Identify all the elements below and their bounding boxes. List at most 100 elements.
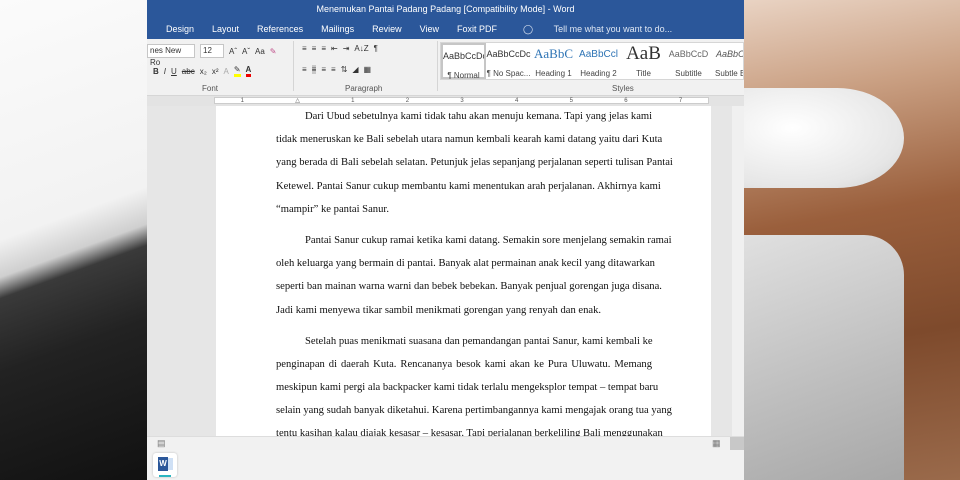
indent-marker-icon[interactable]: △ [295, 97, 300, 104]
style-no-spacing[interactable]: AaBbCcDc ¶ No Spac... [486, 43, 531, 79]
tab-layout[interactable]: Layout [203, 24, 248, 34]
tab-view[interactable]: View [411, 24, 448, 34]
shading-icon[interactable]: ◢ [352, 65, 358, 74]
title-bar: Menemukan Pantai Padang Padang [Compatib… [147, 0, 744, 19]
underline-button[interactable]: U [171, 67, 177, 76]
ruler-tick: 7 [678, 97, 683, 104]
styles-group-label: Styles [612, 84, 634, 93]
style-subtle-emphasis[interactable]: AaBbCcl Subtle Em [711, 43, 744, 79]
background-laptop-keyboard [0, 0, 147, 480]
superscript-button[interactable]: x² [212, 67, 219, 76]
style-subtitle[interactable]: AaBbCcD Subtitle [666, 43, 711, 79]
sort-button[interactable]: A↓Z [354, 44, 368, 53]
text-line: “mampir” ke pantai Sanur. [276, 203, 389, 215]
grow-font-button[interactable]: Aˆ [229, 47, 237, 56]
paragraph-group-label: Paragraph [345, 84, 383, 93]
style-name: ¶ Normal [447, 71, 480, 80]
increase-indent-icon[interactable]: ⇥ [343, 44, 350, 53]
document-area: Dari Ubud sebetulnya kami tidak tahu aka… [147, 106, 744, 436]
change-case-button[interactable]: Aa [255, 47, 265, 56]
status-bar: ▤ ▦ [147, 436, 744, 450]
styles-gallery: AaBbCcDc ¶ Normal AaBbCcDc ¶ No Spac... Aa… [440, 42, 744, 80]
ribbon-tabs: Design Layout References Mailings Review… [147, 19, 744, 39]
ruler[interactable]: 1 △ 1 2 3 4 5 6 7 [147, 96, 744, 106]
italic-button[interactable]: I [164, 67, 166, 76]
shrink-font-button[interactable]: Aˇ [242, 47, 250, 56]
align-left-icon[interactable]: ≡ [302, 65, 307, 74]
style-name: Heading 1 [535, 69, 572, 78]
vertical-scrollbar[interactable] [732, 106, 744, 436]
style-name: Subtle Em [715, 69, 743, 78]
tab-review[interactable]: Review [363, 24, 411, 34]
style-sample: AaB [626, 43, 661, 64]
text-line: selain yang sudah banyak diketahui. Kare… [276, 405, 672, 417]
tab-foxit-pdf[interactable]: Foxit PDF [448, 24, 506, 34]
text-line: tidak meneruskan ke Bali sebelah utara n… [276, 134, 663, 146]
style-heading-2[interactable]: AaBbCcl Heading 2 [576, 43, 621, 79]
read-mode-icon[interactable]: ▦ [712, 438, 721, 449]
show-formatting-button[interactable]: ¶ [374, 44, 378, 53]
style-sample: AaBbCcD [668, 49, 709, 59]
align-center-icon[interactable]: ≡ [311, 65, 317, 74]
word-taskbar-icon[interactable]: W [153, 453, 177, 477]
font-size-dropdown[interactable]: 12 [200, 44, 224, 58]
ruler-tick: 3 [460, 97, 464, 104]
word-logo: W [158, 457, 168, 471]
style-sample: AaBbCcDc [443, 51, 484, 61]
text-line: Dari Ubud sebetulnya kami tidak tahu aka… [305, 111, 653, 122]
page-view-icon[interactable]: ▤ [157, 438, 166, 449]
text-line: seperti ban mainan warna warni dan bebek… [276, 281, 662, 293]
justify-icon[interactable]: ≡ [331, 65, 336, 74]
font-color-button[interactable]: A [245, 65, 252, 77]
tab-design[interactable]: Design [157, 24, 203, 34]
print-layout-icon[interactable] [730, 437, 744, 450]
ruler-tick: 1 [351, 97, 355, 104]
strikethrough-button[interactable]: abc [182, 67, 195, 76]
style-sample: AaBbCcl [579, 49, 618, 60]
ruler-tick: 6 [624, 97, 628, 104]
highlight-icon[interactable]: ✎ [233, 65, 241, 77]
background-laptop [744, 235, 904, 480]
text-line: penginapan di daerah Kuta. Rencananya be… [276, 358, 652, 370]
line-spacing-icon[interactable]: ⇅ [341, 65, 348, 74]
style-name: Heading 2 [580, 69, 617, 78]
document-body[interactable]: Dari Ubud sebetulnya kami tidak tahu aka… [276, 109, 673, 436]
text-line: Setelah puas menikmati suasana dan peman… [305, 335, 653, 347]
borders-icon[interactable]: ▦ [364, 65, 372, 74]
tell-me-text: Tell me what you want to do... [553, 23, 673, 34]
text-line: tentu kasihan kalau diajak kesasar – kes… [276, 428, 663, 436]
multilevel-list-icon[interactable]: ≡ [321, 44, 326, 53]
bold-button[interactable]: B [153, 67, 159, 76]
font-name-dropdown[interactable]: nes New Ro [147, 44, 195, 67]
clear-formatting-icon[interactable]: ✎ [270, 47, 277, 56]
bullets-icon[interactable]: ≡ [302, 44, 307, 53]
text-line: yang berada di Bali sebelah selatan. Pet… [276, 157, 673, 169]
taskbar: W [147, 450, 744, 480]
text-line: Ketewel. Pantai Sanur cukup membantu kam… [276, 180, 661, 192]
background-mouse [744, 88, 904, 188]
text-line: oleh keluarga yang bermain di pantai. Ba… [276, 258, 655, 270]
style-name: ¶ No Spac... [486, 69, 531, 78]
document-page[interactable]: Dari Ubud sebetulnya kami tidak tahu aka… [216, 106, 711, 436]
ruler-tick: 2 [405, 97, 410, 104]
lightbulb-icon: ◯ [522, 23, 534, 34]
ruler-tick: 1 [240, 97, 244, 104]
text-line: Jadi kami menyewa tikar sambil menikmati… [276, 304, 602, 316]
tab-mailings[interactable]: Mailings [312, 24, 363, 34]
align-right-icon[interactable]: ≡ [321, 65, 326, 74]
style-normal[interactable]: AaBbCcDc ¶ Normal [441, 43, 486, 79]
tab-references[interactable]: References [248, 24, 312, 34]
text-effects-icon[interactable]: A [223, 67, 228, 76]
style-sample: AaBbCcl [715, 49, 744, 59]
text-line: meskipun kami pergi ala backpacker kami … [276, 382, 659, 394]
style-heading-1[interactable]: AaBbC Heading 1 [531, 43, 576, 79]
style-title[interactable]: AaB Title [621, 43, 666, 79]
font-group-label: Font [202, 84, 219, 93]
tell-me-box[interactable]: ◯ Tell me what you want to do... [506, 24, 690, 35]
style-name: Subtitle [675, 69, 702, 78]
numbering-icon[interactable]: ≡ [312, 44, 317, 53]
ruler-tick: 4 [515, 97, 519, 104]
decrease-indent-icon[interactable]: ⇤ [331, 44, 338, 53]
ruler-tick: 5 [569, 97, 574, 104]
subscript-button[interactable]: x₂ [200, 67, 207, 76]
